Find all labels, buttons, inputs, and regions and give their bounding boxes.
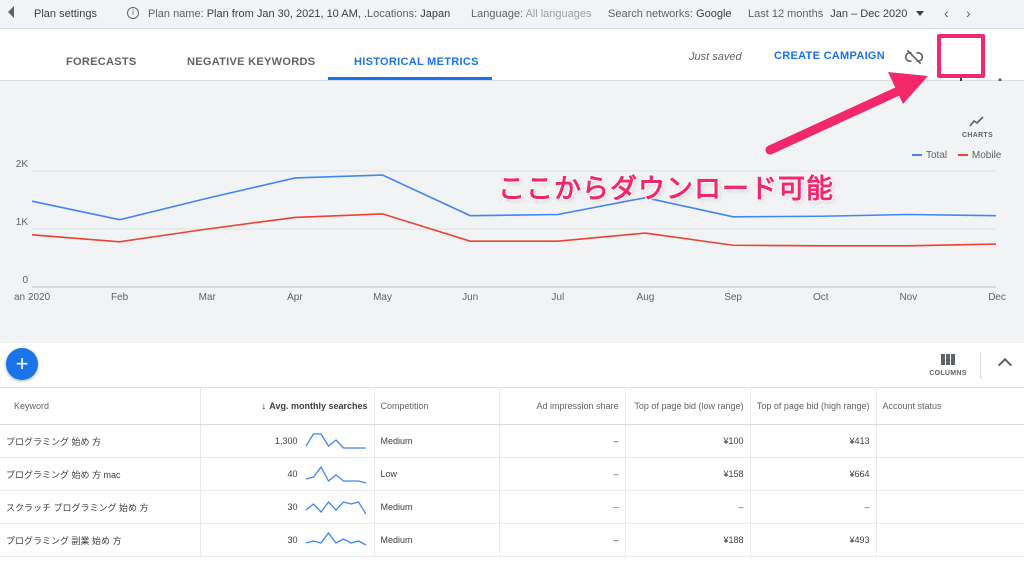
competition-cell: Medium (374, 523, 500, 557)
columns-label: COLUMNS (929, 370, 967, 377)
trend-sparkline (304, 433, 366, 449)
table-row[interactable]: プログラミング 副業 始め 方 30 Medium – ¥188 ¥493 (0, 523, 1024, 557)
sparkline-path (305, 465, 366, 484)
columns-button[interactable]: COLUMNS (924, 352, 972, 377)
add-keyword-button[interactable]: + (6, 348, 38, 380)
account-status-cell (876, 490, 1024, 524)
bid-high-cell: ¥413 (750, 424, 877, 458)
table-row[interactable]: プログラミング 始め 方 1,300 Medium – ¥100 ¥413 (0, 424, 1024, 458)
table-row[interactable]: スクラッチ プログラミング 始め 方 30 Medium – – – (0, 490, 1024, 524)
sort-down-icon: ↓ (261, 400, 267, 412)
account-status-cell (876, 457, 1024, 491)
trend-sparkline (305, 465, 366, 484)
searches-value: 40 (287, 469, 298, 479)
impression-share-cell: – (499, 457, 626, 491)
column-header-account-status[interactable]: Account status (876, 387, 1024, 425)
keyword-cell: プログラミング 始め 方 (0, 424, 201, 458)
keyword-cell: プログラミング 副業 始め 方 (0, 523, 201, 557)
columns-icon (941, 354, 955, 365)
account-status-cell (876, 424, 1024, 458)
keyword-cell: プログラミング 始め 方 mac (0, 457, 201, 491)
bid-low-cell: – (625, 490, 751, 524)
column-header-bid-high[interactable]: Top of page bid (high range) (750, 387, 877, 425)
toolbar-divider (980, 353, 981, 379)
impression-share-cell: – (499, 523, 626, 557)
column-header-keyword[interactable]: Keyword (0, 387, 201, 425)
bid-low-cell: ¥188 (625, 523, 751, 557)
sparkline-path (304, 433, 366, 449)
collapse-chevron-up-icon[interactable] (997, 357, 1013, 373)
trend-sparkline (305, 531, 366, 546)
searches-value: 30 (287, 535, 298, 545)
searches-cell: 30 (200, 523, 375, 557)
bid-high-cell: ¥493 (750, 523, 877, 557)
trend-sparkline (305, 500, 367, 515)
table-header-row: Keyword ↓ Avg. monthly searches Competiti… (0, 387, 1024, 425)
searches-cell: 40 (200, 457, 375, 491)
column-header-bid-low[interactable]: Top of page bid (low range) (625, 387, 751, 425)
searches-value: 30 (287, 502, 298, 512)
table-controls: + COLUMNS (0, 343, 1024, 387)
searches-cell: 30 (200, 490, 375, 524)
table-row[interactable]: プログラミング 始め 方 mac 40 Low – ¥158 ¥664 (0, 457, 1024, 491)
keyword-cell: スクラッチ プログラミング 始め 方 (0, 490, 201, 524)
competition-cell: Medium (374, 490, 500, 524)
bid-high-cell: ¥664 (750, 457, 877, 491)
bid-low-cell: ¥100 (625, 424, 751, 458)
searches-cell: 1,300 (200, 424, 375, 458)
column-header-competition[interactable]: Competition (374, 387, 500, 425)
bid-high-cell: – (750, 490, 877, 524)
column-header-ad-impression-share[interactable]: Ad impression share (499, 387, 626, 425)
impression-share-cell: – (499, 424, 626, 458)
account-status-cell (876, 523, 1024, 557)
competition-cell: Medium (374, 424, 500, 458)
keywords-table: Keyword ↓ Avg. monthly searches Competiti… (0, 387, 1024, 557)
impression-share-cell: – (499, 490, 626, 524)
column-header-avg-monthly-searches[interactable]: ↓ Avg. monthly searches (200, 387, 375, 425)
searches-value: 1,300 (274, 436, 298, 446)
sparkline-path (305, 500, 367, 515)
competition-cell: Low (374, 457, 500, 491)
bid-low-cell: ¥158 (625, 457, 751, 491)
sparkline-path (305, 531, 366, 546)
searches-header-label: Avg. monthly searches (269, 400, 368, 411)
